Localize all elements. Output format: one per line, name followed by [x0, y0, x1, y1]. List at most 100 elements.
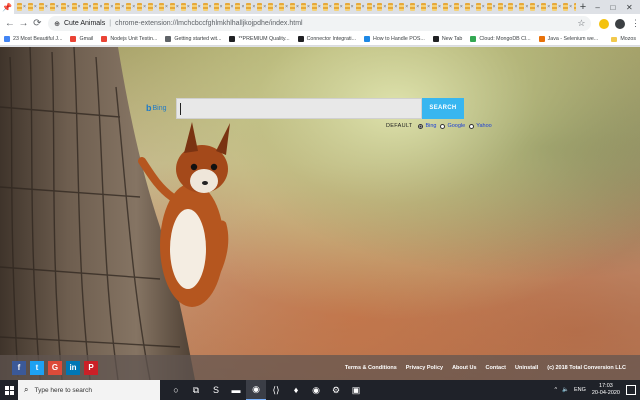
browser-tab[interactable]: ×	[169, 1, 180, 13]
back-button[interactable]: ←	[3, 17, 17, 31]
close-tab-icon[interactable]: ×	[493, 4, 496, 10]
close-tab-icon[interactable]: ×	[351, 4, 354, 10]
browser-tab[interactable]: ×	[82, 1, 93, 13]
volume-icon[interactable]: 🔈	[562, 387, 569, 393]
pinterest-icon[interactable]: P	[84, 360, 98, 375]
close-tab-icon[interactable]: ×	[514, 4, 517, 10]
browser-tab[interactable]: ×	[344, 1, 355, 13]
close-tab-icon[interactable]: ×	[121, 4, 124, 10]
close-tab-icon[interactable]: ×	[45, 4, 48, 10]
close-tab-icon[interactable]: ×	[362, 4, 365, 10]
close-tab-icon[interactable]: ×	[504, 4, 507, 10]
close-tab-icon[interactable]: ×	[405, 4, 408, 10]
radio-icon[interactable]	[469, 123, 475, 129]
browser-tab[interactable]: ×	[278, 1, 289, 13]
profile-avatar[interactable]	[615, 18, 625, 29]
browser-tab[interactable]: ×	[442, 1, 453, 13]
close-tab-icon[interactable]: ×	[296, 4, 299, 10]
browser-tab[interactable]: ×	[475, 1, 486, 13]
close-tab-icon[interactable]: ×	[340, 4, 343, 10]
browser-tab[interactable]: ×	[376, 1, 387, 13]
browser-tab[interactable]: ×	[38, 1, 49, 13]
language-indicator[interactable]: ENG	[574, 387, 586, 393]
notification-icon[interactable]	[626, 385, 636, 395]
footer-link[interactable]: About Us	[452, 365, 476, 371]
close-tab-icon[interactable]: ×	[438, 4, 441, 10]
close-tab-icon[interactable]: ×	[558, 4, 561, 10]
browser-tab[interactable]: ×	[355, 1, 366, 13]
browser-menu-icon[interactable]: ⋮	[631, 18, 640, 29]
facebook-icon[interactable]: f	[12, 360, 26, 375]
browser-tab[interactable]: ×	[49, 1, 60, 13]
cortana-icon[interactable]: ○	[166, 380, 186, 400]
engine-option-google[interactable]: Google	[440, 123, 465, 129]
search-button[interactable]: SEARCH	[422, 98, 464, 119]
twitter-icon[interactable]: t	[30, 360, 44, 375]
address-bar[interactable]: ⊕ Cute Animals | chrome-extension://lmch…	[48, 16, 592, 31]
close-tab-icon[interactable]: ×	[547, 4, 550, 10]
clock[interactable]: 17:03 20-04-2020	[592, 383, 620, 397]
close-tab-icon[interactable]: ×	[252, 4, 255, 10]
browser-tab[interactable]: ×	[191, 1, 202, 13]
file-explorer-icon[interactable]: ▬	[226, 380, 246, 400]
browser-tab[interactable]: ×	[431, 1, 442, 13]
bookmark-item[interactable]: How to Handle POS...	[364, 36, 425, 42]
close-tab-icon[interactable]: ×	[373, 4, 376, 10]
close-tab-icon[interactable]: ×	[154, 4, 157, 10]
browser-tab[interactable]: ×	[114, 1, 125, 13]
footer-link[interactable]: Privacy Policy	[406, 365, 443, 371]
active-tab[interactable]: 📌	[0, 0, 14, 14]
terminal-icon[interactable]: ▣	[346, 380, 366, 400]
bookmark-item[interactable]: Java - Selenium we...	[538, 36, 598, 42]
git-icon[interactable]: ♦	[286, 380, 306, 400]
footer-link[interactable]: Terms & Conditions	[345, 365, 397, 371]
browser-tab[interactable]: ×	[125, 1, 136, 13]
new-tab-button[interactable]: +	[576, 0, 590, 14]
bookmark-item[interactable]: 23 Most Beautiful J...	[4, 36, 62, 42]
close-tab-icon[interactable]: ×	[209, 4, 212, 10]
close-tab-icon[interactable]: ×	[220, 4, 223, 10]
task-view-icon[interactable]: ⧉	[186, 380, 206, 400]
browser-tab[interactable]: ×	[16, 1, 27, 13]
bookmark-item[interactable]: Getting started wit...	[165, 36, 221, 42]
bookmark-item[interactable]: New Tab	[432, 36, 462, 42]
chrome-2-icon[interactable]: ◉	[306, 380, 326, 400]
close-tab-icon[interactable]: ×	[482, 4, 485, 10]
forward-button[interactable]: →	[17, 17, 31, 31]
browser-tab[interactable]: ×	[398, 1, 409, 13]
browser-tab[interactable]: ×	[71, 1, 82, 13]
browser-tab[interactable]: ×	[453, 1, 464, 13]
close-tab-icon[interactable]: ×	[274, 4, 277, 10]
close-tab-icon[interactable]: ×	[569, 4, 572, 10]
close-tab-icon[interactable]: ×	[143, 4, 146, 10]
close-tab-icon[interactable]: ×	[329, 4, 332, 10]
close-tab-icon[interactable]: ×	[460, 4, 463, 10]
close-tab-icon[interactable]: ×	[241, 4, 244, 10]
start-button[interactable]	[0, 380, 18, 400]
browser-tab[interactable]: ×	[497, 1, 508, 13]
browser-tab[interactable]: ×	[409, 1, 420, 13]
browser-tab[interactable]: ×	[180, 1, 191, 13]
browser-tab[interactable]: ×	[540, 1, 551, 13]
close-tab-icon[interactable]: ×	[231, 4, 234, 10]
close-tab-icon[interactable]: ×	[176, 4, 179, 10]
bookmark-star-icon[interactable]: ☆	[577, 18, 585, 29]
close-tab-icon[interactable]: ×	[187, 4, 190, 10]
close-tab-icon[interactable]: ×	[165, 4, 168, 10]
browser-tab[interactable]: ×	[245, 1, 256, 13]
search-input[interactable]	[177, 100, 421, 119]
footer-link[interactable]: Uninstall	[515, 365, 538, 371]
maximize-button[interactable]: □	[610, 3, 615, 12]
footer-link[interactable]: Contact	[486, 365, 506, 371]
browser-tab[interactable]: ×	[322, 1, 333, 13]
radio-icon[interactable]	[418, 123, 424, 129]
reload-button[interactable]: ⟳	[30, 17, 44, 31]
bookmark-item[interactable]: Nodejs Unit Testin...	[101, 36, 157, 42]
browser-tab[interactable]: ×	[300, 1, 311, 13]
close-tab-icon[interactable]: ×	[78, 4, 81, 10]
engine-option-yahoo[interactable]: Yahoo	[469, 123, 492, 129]
close-tab-icon[interactable]: ×	[132, 4, 135, 10]
browser-tab[interactable]: ×	[551, 1, 562, 13]
close-tab-icon[interactable]: ×	[427, 4, 430, 10]
browser-tab[interactable]: ×	[60, 1, 71, 13]
